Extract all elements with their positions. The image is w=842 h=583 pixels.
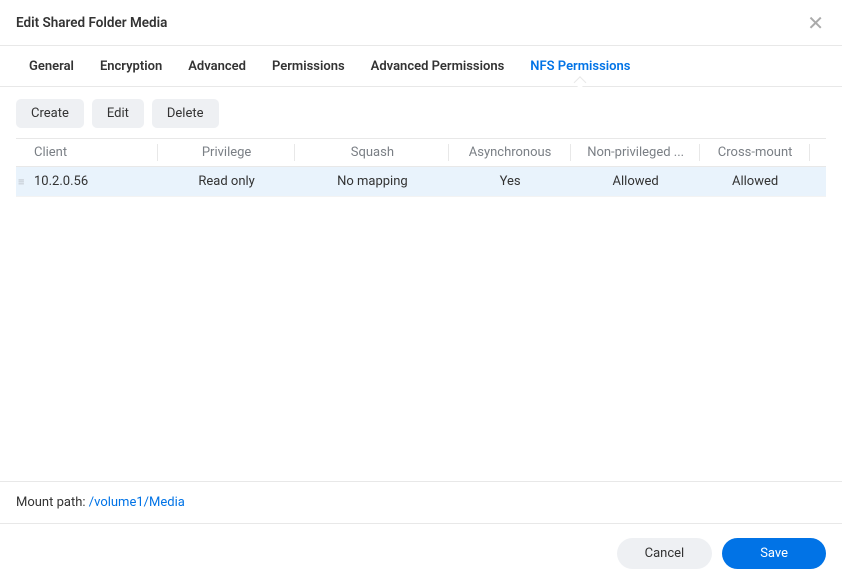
dialog-header: Edit Shared Folder Media ✕ [0,0,842,46]
tab-advanced-permissions[interactable]: Advanced Permissions [358,46,518,86]
th-spacer [810,139,826,167]
th-cross-mount[interactable]: Cross-mount [700,139,809,167]
toolbar: Create Edit Delete [0,87,842,138]
cell-squash: No mapping [295,167,449,197]
cancel-button[interactable]: Cancel [617,538,713,569]
delete-button[interactable]: Delete [152,99,219,128]
th-privilege[interactable]: Privilege [158,139,296,167]
cell-asynchronous: Yes [449,167,571,197]
cell-client-label: 10.2.0.56 [34,174,88,189]
tab-general[interactable]: General [16,46,87,86]
create-button[interactable]: Create [16,99,84,128]
cell-spacer [810,167,826,197]
dialog-title: Edit Shared Folder Media [16,15,167,31]
mount-path-label: Mount path: [16,495,89,510]
cell-privilege: Read only [158,167,296,197]
th-non-privileged[interactable]: Non-privileged ... [571,139,701,167]
drag-handle-icon[interactable]: ≡ [18,176,24,187]
cell-client: ≡ 10.2.0.56 [16,167,158,197]
edit-shared-folder-dialog: Edit Shared Folder Media ✕ General Encry… [0,0,842,583]
th-asynchronous[interactable]: Asynchronous [449,139,571,167]
mount-path: Mount path: /volume1/Media [0,481,842,523]
th-client[interactable]: Client [16,139,158,167]
close-icon[interactable]: ✕ [805,13,826,33]
nfs-permissions-table: Client Privilege Squash Asynchronous Non… [16,138,826,197]
cell-cross-mount: Allowed [700,167,809,197]
dialog-tabs: General Encryption Advanced Permissions … [0,46,842,87]
save-button[interactable]: Save [722,538,826,569]
nfs-permissions-table-area: Client Privilege Squash Asynchronous Non… [0,138,842,481]
cell-non-privileged: Allowed [571,167,701,197]
th-squash[interactable]: Squash [295,139,449,167]
edit-button[interactable]: Edit [92,99,144,128]
dialog-footer: Cancel Save [0,523,842,583]
tab-permissions[interactable]: Permissions [259,46,358,86]
table-row[interactable]: ≡ 10.2.0.56 Read only No mapping Yes All… [16,167,826,197]
tab-nfs-permissions[interactable]: NFS Permissions [517,46,643,86]
tab-encryption[interactable]: Encryption [87,46,175,86]
mount-path-value: /volume1/Media [89,495,185,510]
tab-advanced[interactable]: Advanced [175,46,259,86]
